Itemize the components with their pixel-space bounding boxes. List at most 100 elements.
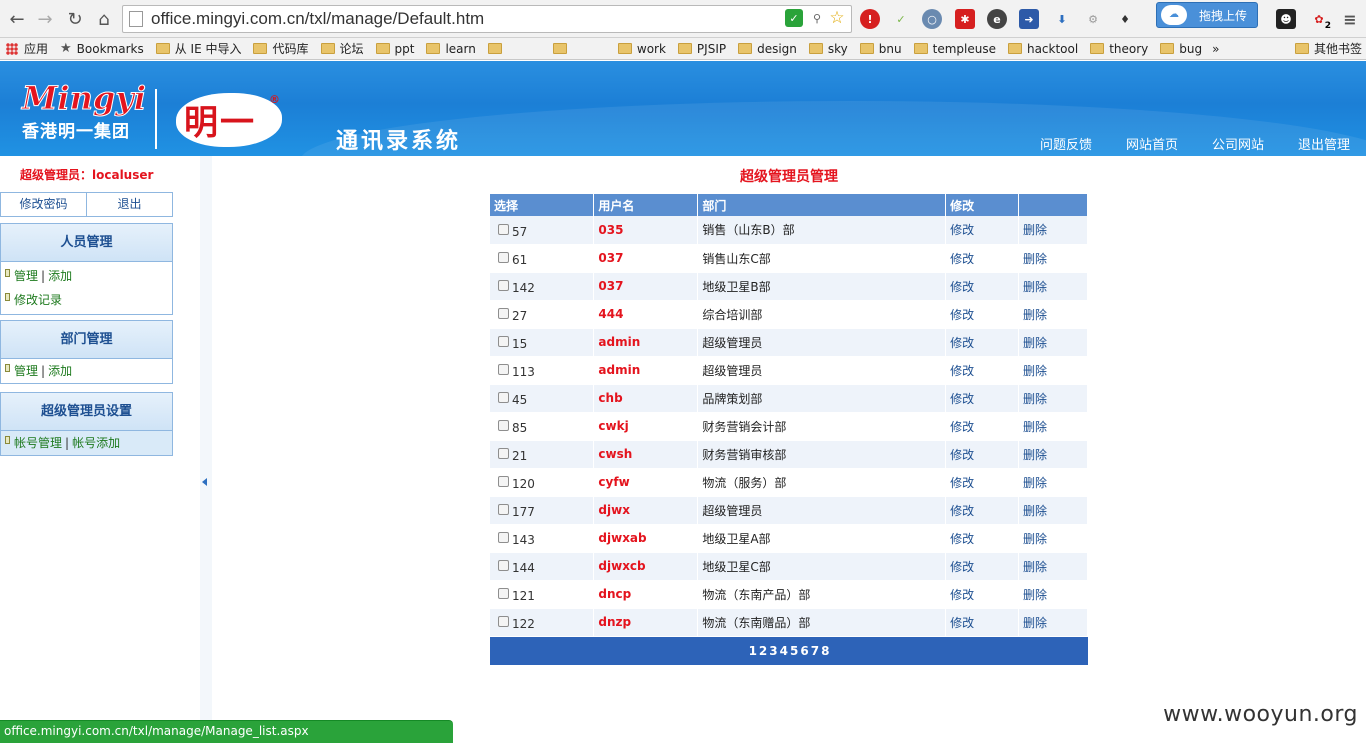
proxy-icon[interactable]: ○ <box>922 9 942 29</box>
mask-icon[interactable]: ☻ <box>1276 9 1296 29</box>
row-checkbox[interactable] <box>498 616 509 627</box>
bookmark-item[interactable]: PJSIP <box>677 42 726 56</box>
ie-tab-icon[interactable]: e <box>987 9 1007 29</box>
row-checkbox[interactable] <box>498 308 509 319</box>
bookmark-item[interactable]: 应用 <box>0 40 48 57</box>
extension-badge-icon[interactable]: ✿ 2 <box>1309 9 1331 32</box>
collapse-sidebar-icon[interactable] <box>202 478 207 486</box>
delete-link[interactable]: 删除 <box>1023 560 1047 574</box>
bookmark-item[interactable]: 从 IE 中导入 <box>155 40 241 57</box>
page-link[interactable]: 5 <box>790 644 798 658</box>
delete-link[interactable]: 删除 <box>1023 223 1047 237</box>
adblock-icon[interactable]: ! <box>860 9 880 29</box>
bookmark-item[interactable]: bnu <box>859 42 902 56</box>
edit-link[interactable]: 修改 <box>950 588 974 602</box>
row-checkbox[interactable] <box>498 420 509 431</box>
edit-link[interactable]: 修改 <box>950 476 974 490</box>
row-checkbox[interactable] <box>498 476 509 487</box>
back-icon[interactable]: ← <box>4 6 30 32</box>
delete-link[interactable]: 删除 <box>1023 448 1047 462</box>
evernote-icon[interactable]: ♦ <box>1115 9 1135 29</box>
bookmark-item[interactable]: sky <box>808 42 848 56</box>
edit-link[interactable]: 修改 <box>950 616 974 630</box>
logout-link[interactable]: 退出 <box>86 193 172 216</box>
edit-link[interactable]: 修改 <box>950 392 974 406</box>
row-checkbox[interactable] <box>498 532 509 543</box>
nav-feedback[interactable]: 问题反馈 <box>1040 134 1092 153</box>
row-checkbox[interactable] <box>498 448 509 459</box>
delete-link[interactable]: 删除 <box>1023 504 1047 518</box>
row-checkbox[interactable] <box>498 280 509 291</box>
personnel-history-link[interactable]: 修改记录 <box>14 288 62 312</box>
delete-link[interactable]: 删除 <box>1023 336 1047 350</box>
row-checkbox[interactable] <box>498 336 509 347</box>
lastpass-icon[interactable]: ✱ <box>955 9 975 29</box>
address-url[interactable]: office.mingyi.com.cn/txl/manage/Default.… <box>151 9 484 29</box>
page-link[interactable]: 8 <box>821 644 829 658</box>
delete-link[interactable]: 删除 <box>1023 392 1047 406</box>
personnel-add-link[interactable]: 添加 <box>48 264 72 288</box>
bookmark-item[interactable]: bug <box>1160 42 1202 56</box>
edit-link[interactable]: 修改 <box>950 364 974 378</box>
home-icon[interactable]: ⌂ <box>91 6 117 32</box>
edit-link[interactable]: 修改 <box>950 448 974 462</box>
delete-link[interactable]: 删除 <box>1023 476 1047 490</box>
shield-icon[interactable]: ✓ <box>785 9 803 27</box>
edit-link[interactable]: 修改 <box>950 420 974 434</box>
edit-link[interactable]: 修改 <box>950 532 974 546</box>
forward-icon[interactable]: → <box>32 6 58 32</box>
delete-link[interactable]: 删除 <box>1023 364 1047 378</box>
arrow-box-icon[interactable]: ➜ <box>1019 9 1039 29</box>
bookmark-item[interactable]: ppt <box>375 42 414 56</box>
row-checkbox[interactable] <box>498 560 509 571</box>
department-add-link[interactable]: 添加 <box>48 359 72 383</box>
delete-link[interactable]: 删除 <box>1023 532 1047 546</box>
menu-icon[interactable]: ≡ <box>1340 9 1360 29</box>
edit-link[interactable]: 修改 <box>950 252 974 266</box>
bookmark-item[interactable]: ★ Bookmarks <box>60 41 144 56</box>
page-link[interactable]: 1 <box>749 644 757 658</box>
department-manage-link[interactable]: 管理 <box>14 359 38 383</box>
page-link[interactable]: 4 <box>780 644 788 658</box>
bookmark-item[interactable]: 代码库 <box>253 40 309 57</box>
bookmark-item[interactable] <box>552 43 606 54</box>
bookmarks-overflow-icon[interactable]: » <box>1212 42 1219 56</box>
bookmark-item[interactable]: work <box>617 42 666 56</box>
row-checkbox[interactable] <box>498 504 509 515</box>
page-link[interactable]: 7 <box>811 644 819 658</box>
bookmark-item[interactable]: learn <box>426 42 476 56</box>
page-link[interactable]: 6 <box>800 644 808 658</box>
delete-link[interactable]: 删除 <box>1023 308 1047 322</box>
account-manage-link[interactable]: 帐号管理 <box>14 431 62 455</box>
edit-link[interactable]: 修改 <box>950 223 974 237</box>
edit-link[interactable]: 修改 <box>950 560 974 574</box>
row-checkbox[interactable] <box>498 392 509 403</box>
key-icon[interactable]: ⚲ <box>808 9 826 27</box>
personnel-manage-link[interactable]: 管理 <box>14 264 38 288</box>
drag-upload-button[interactable]: ☁ 拖拽上传 <box>1156 2 1258 28</box>
other-bookmarks[interactable]: 其他书签 <box>1294 40 1362 57</box>
row-checkbox[interactable] <box>498 364 509 375</box>
edit-link[interactable]: 修改 <box>950 504 974 518</box>
delete-link[interactable]: 删除 <box>1023 588 1047 602</box>
bookmark-item[interactable]: design <box>738 42 797 56</box>
bookmark-star-icon[interactable]: ☆ <box>828 8 846 28</box>
address-bar[interactable]: office.mingyi.com.cn/txl/manage/Default.… <box>122 5 852 33</box>
delete-link[interactable]: 删除 <box>1023 280 1047 294</box>
page-link[interactable]: 2 <box>759 644 767 658</box>
edit-link[interactable]: 修改 <box>950 336 974 350</box>
change-password-link[interactable]: 修改密码 <box>1 193 86 216</box>
gear-icon[interactable]: ⚙ <box>1083 9 1103 29</box>
row-checkbox[interactable] <box>498 588 509 599</box>
bookmark-item[interactable] <box>487 43 541 54</box>
row-checkbox[interactable] <box>498 223 509 235</box>
account-add-link[interactable]: 帐号添加 <box>72 431 120 455</box>
check-icon[interactable]: ✓ <box>891 9 911 29</box>
download-icon[interactable]: ⬇ <box>1052 9 1072 29</box>
nav-site-home[interactable]: 网站首页 <box>1126 134 1178 153</box>
bookmark-item[interactable]: 论坛 <box>320 40 364 57</box>
row-checkbox[interactable] <box>498 252 509 263</box>
bookmark-item[interactable]: hacktool <box>1007 42 1078 56</box>
edit-link[interactable]: 修改 <box>950 308 974 322</box>
edit-link[interactable]: 修改 <box>950 280 974 294</box>
